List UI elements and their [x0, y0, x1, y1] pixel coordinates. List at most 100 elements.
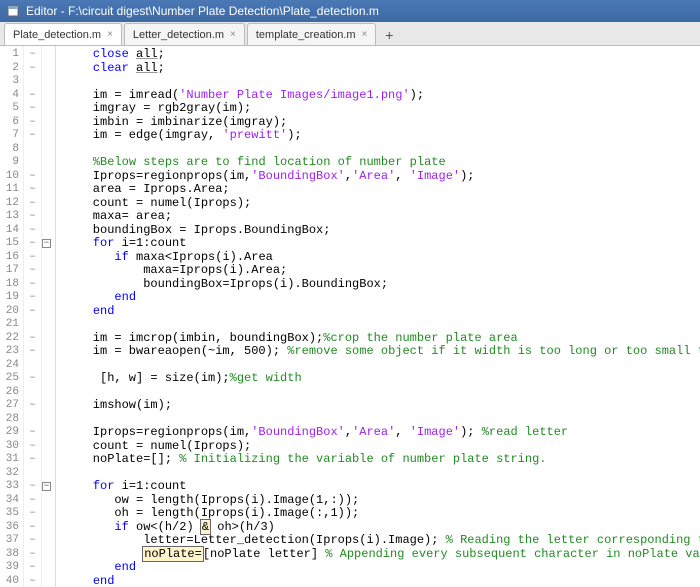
- code-line[interactable]: boundingBox = Iprops.BoundingBox;: [64, 224, 700, 238]
- code-line[interactable]: maxa=Iprops(i).Area;: [64, 264, 700, 278]
- executable-line-marker[interactable]: [24, 359, 41, 373]
- fold-gutter[interactable]: −−: [42, 46, 56, 587]
- code-line[interactable]: imbin = imbinarize(imgray);: [64, 116, 700, 130]
- code-line[interactable]: [64, 143, 700, 157]
- executable-line-marker[interactable]: –: [24, 494, 41, 508]
- executable-line-marker[interactable]: –: [24, 440, 41, 454]
- code-line[interactable]: [64, 318, 700, 332]
- executable-line-marker[interactable]: –: [24, 332, 41, 346]
- code-line[interactable]: noPlate=[]; % Initializing the variable …: [64, 453, 700, 467]
- executable-line-marker[interactable]: [24, 75, 41, 89]
- close-icon[interactable]: ×: [362, 29, 368, 40]
- executable-line-marker[interactable]: –: [24, 575, 41, 587]
- executable-line-marker[interactable]: –: [24, 116, 41, 130]
- executable-line-marker[interactable]: –: [24, 305, 41, 319]
- code-line[interactable]: imshow(im);: [64, 399, 700, 413]
- executable-line-marker[interactable]: –: [24, 62, 41, 76]
- executable-line-marker[interactable]: –: [24, 237, 41, 251]
- code-line[interactable]: [h, w] = size(im);%get width: [64, 372, 700, 386]
- executable-line-marker[interactable]: –: [24, 197, 41, 211]
- executable-line-marker[interactable]: –: [24, 453, 41, 467]
- executable-line-marker[interactable]: –: [24, 548, 41, 562]
- code-line[interactable]: for i=1:count: [64, 237, 700, 251]
- executable-line-marker[interactable]: –: [24, 264, 41, 278]
- executable-line-marker[interactable]: –: [24, 278, 41, 292]
- executable-line-marker[interactable]: –: [24, 48, 41, 62]
- breakpoint-gutter[interactable]: ––––––––––––––––––––––––––––––––: [24, 46, 42, 587]
- code-line[interactable]: close all;: [64, 48, 700, 62]
- executable-line-marker[interactable]: –: [24, 426, 41, 440]
- file-tab[interactable]: template_creation.m ×: [247, 23, 377, 45]
- executable-line-marker[interactable]: –: [24, 480, 41, 494]
- code-line[interactable]: end: [64, 291, 700, 305]
- code-line[interactable]: [64, 359, 700, 373]
- executable-line-marker[interactable]: –: [24, 507, 41, 521]
- executable-line-marker[interactable]: –: [24, 561, 41, 575]
- code-line[interactable]: im = imread('Number Plate Images/image1.…: [64, 89, 700, 103]
- code-line[interactable]: [64, 413, 700, 427]
- executable-line-marker[interactable]: –: [24, 521, 41, 535]
- code-line[interactable]: area = Iprops.Area;: [64, 183, 700, 197]
- executable-line-marker[interactable]: –: [24, 210, 41, 224]
- code-line[interactable]: im = imcrop(imbin, boundingBox);%crop th…: [64, 332, 700, 346]
- code-line[interactable]: Iprops=regionprops(im,'BoundingBox','Are…: [64, 170, 700, 184]
- executable-line-marker[interactable]: –: [24, 251, 41, 265]
- file-tab-label: template_creation.m: [256, 29, 356, 41]
- code-line[interactable]: im = edge(imgray, 'prewitt');: [64, 129, 700, 143]
- executable-line-marker[interactable]: –: [24, 224, 41, 238]
- code-line[interactable]: imgray = rgb2gray(im);: [64, 102, 700, 116]
- executable-line-marker[interactable]: [24, 386, 41, 400]
- code-area[interactable]: close all; clear all; im = imread('Numbe…: [56, 46, 700, 587]
- code-line[interactable]: ow = length(Iprops(i).Image(1,:));: [64, 494, 700, 508]
- code-line[interactable]: for i=1:count: [64, 480, 700, 494]
- close-icon[interactable]: ×: [230, 29, 236, 40]
- executable-line-marker[interactable]: –: [24, 102, 41, 116]
- executable-line-marker[interactable]: –: [24, 89, 41, 103]
- code-line[interactable]: if ow<(h/2) & oh>(h/3): [64, 521, 700, 535]
- code-line[interactable]: Iprops=regionprops(im,'BoundingBox','Are…: [64, 426, 700, 440]
- fold-toggle-icon[interactable]: −: [42, 482, 51, 491]
- line-number: 37: [0, 534, 19, 548]
- code-line[interactable]: noPlate=[noPlate letter] % Appending eve…: [64, 548, 700, 562]
- line-number-gutter: 1234567891011121314151617181920212223242…: [0, 46, 24, 587]
- executable-line-marker[interactable]: –: [24, 291, 41, 305]
- code-line[interactable]: im = bwareaopen(~im, 500); %remove some …: [64, 345, 700, 359]
- code-line[interactable]: letter=Letter_detection(Iprops(i).Image)…: [64, 534, 700, 548]
- code-line[interactable]: count = numel(Iprops);: [64, 440, 700, 454]
- file-tab[interactable]: Plate_detection.m×: [4, 23, 122, 45]
- executable-line-marker[interactable]: –: [24, 183, 41, 197]
- fold-toggle-icon[interactable]: −: [42, 239, 51, 248]
- code-line[interactable]: if maxa<Iprops(i).Area: [64, 251, 700, 265]
- code-line[interactable]: [64, 467, 700, 481]
- file-tab[interactable]: Letter_detection.m×: [124, 23, 245, 45]
- code-line[interactable]: clear all;: [64, 62, 700, 76]
- code-line[interactable]: end: [64, 575, 700, 587]
- executable-line-marker[interactable]: –: [24, 345, 41, 359]
- executable-line-marker[interactable]: [24, 318, 41, 332]
- close-icon[interactable]: ×: [107, 29, 113, 40]
- executable-line-marker[interactable]: [24, 156, 41, 170]
- code-line[interactable]: end: [64, 305, 700, 319]
- executable-line-marker[interactable]: –: [24, 372, 41, 386]
- executable-line-marker[interactable]: –: [24, 170, 41, 184]
- code-line[interactable]: maxa= area;: [64, 210, 700, 224]
- new-tab-button[interactable]: +: [378, 25, 400, 45]
- executable-line-marker[interactable]: [24, 413, 41, 427]
- executable-line-marker[interactable]: –: [24, 399, 41, 413]
- line-number: 34: [0, 494, 19, 508]
- code-line[interactable]: [64, 75, 700, 89]
- executable-line-marker[interactable]: [24, 467, 41, 481]
- executable-line-marker[interactable]: –: [24, 534, 41, 548]
- line-number: 33: [0, 480, 19, 494]
- code-editor[interactable]: 1234567891011121314151617181920212223242…: [0, 46, 700, 587]
- code-line[interactable]: end: [64, 561, 700, 575]
- code-line[interactable]: %Below steps are to find location of num…: [64, 156, 700, 170]
- executable-line-marker[interactable]: [24, 143, 41, 157]
- code-line[interactable]: count = numel(Iprops);: [64, 197, 700, 211]
- code-line[interactable]: boundingBox=Iprops(i).BoundingBox;: [64, 278, 700, 292]
- line-number: 28: [0, 413, 19, 427]
- code-line[interactable]: [64, 386, 700, 400]
- code-line[interactable]: oh = length(Iprops(i).Image(:,1));: [64, 507, 700, 521]
- line-number: 32: [0, 467, 19, 481]
- executable-line-marker[interactable]: –: [24, 129, 41, 143]
